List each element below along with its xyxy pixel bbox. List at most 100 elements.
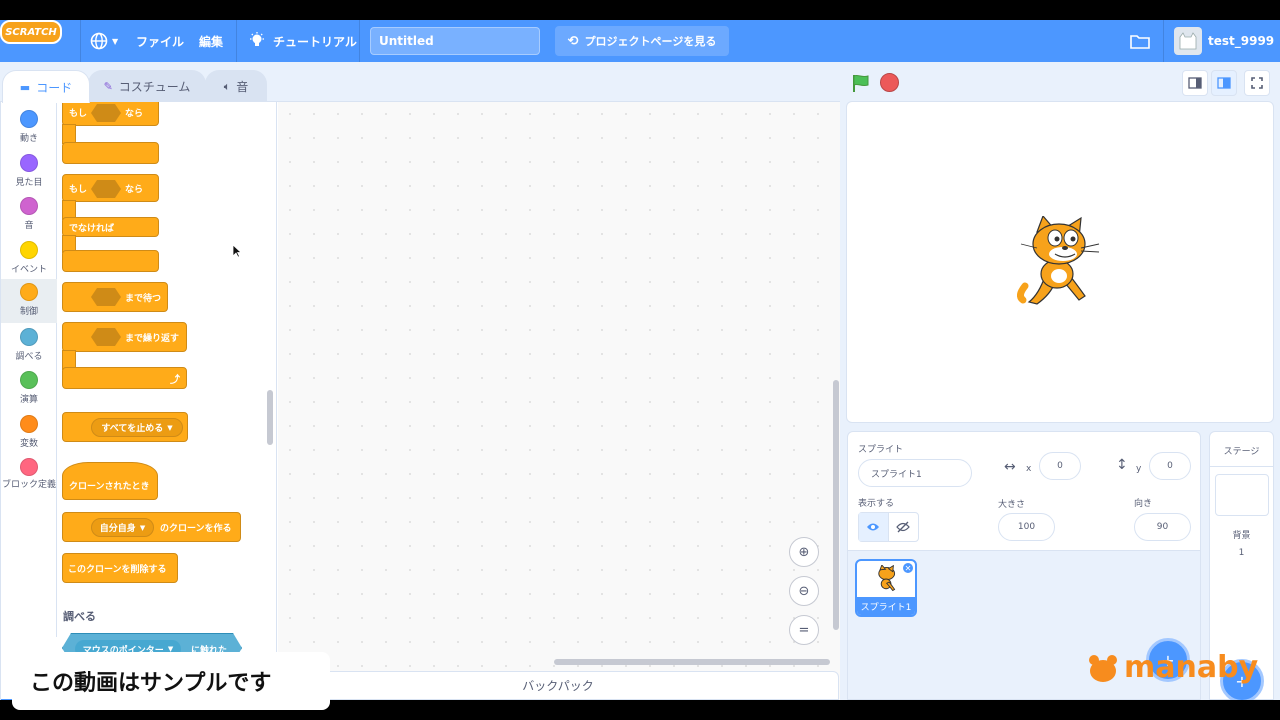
zoom-out-button[interactable]: ⊖ (789, 576, 819, 606)
category-sensing[interactable]: 調べる (1, 326, 57, 368)
stop-block[interactable]: すべてを止める ▼ (62, 412, 188, 442)
see-project-page-button[interactable]: ⟲ プロジェクトページを見る (555, 26, 729, 56)
chevron-down-icon: ▼ (112, 36, 119, 46)
fullscreen-button[interactable] (1244, 70, 1270, 96)
workspace-vertical-scrollbar[interactable] (833, 380, 839, 630)
remix-icon: ⟲ (567, 33, 579, 49)
block-text: なら (125, 184, 144, 195)
normal-stage-button[interactable] (1211, 70, 1237, 96)
stop-dropdown[interactable]: すべてを止める ▼ (91, 418, 183, 437)
y-label: y (1136, 464, 1142, 474)
if-else-block[interactable]: もし なら (62, 174, 159, 202)
when-clone-hat-block[interactable]: クローンされたとき (62, 462, 158, 500)
block-text: でなければ (69, 223, 115, 234)
tab-costumes-label: コスチューム (118, 80, 191, 94)
category-control[interactable]: 制御 (1, 279, 57, 323)
category-label: イベント (10, 265, 47, 275)
repeat-until-block[interactable]: まで繰り返す (62, 322, 187, 352)
category-label: 動き (19, 134, 38, 144)
my-stuff-button[interactable] (1130, 20, 1150, 62)
loop-arrow-icon: ⤴ (170, 374, 180, 386)
boolean-slot (91, 288, 121, 306)
category-events[interactable]: イベント (1, 239, 57, 281)
block-text: まで繰り返す (125, 333, 180, 344)
block-bottom (62, 250, 159, 272)
tab-costumes[interactable]: ✎ コスチューム (88, 70, 206, 102)
direction-input[interactable]: 90 (1134, 513, 1191, 541)
edit-menu[interactable]: 編集 (199, 20, 223, 62)
workspace-horizontal-scrollbar[interactable] (554, 659, 830, 665)
scratch-logo[interactable]: SCRATCH (0, 20, 62, 44)
delete-clone-block[interactable]: このクローンを削除する (62, 553, 178, 583)
category-looks[interactable]: 見た目 (1, 152, 57, 194)
clone-target-value: 自分自身 (99, 524, 136, 534)
category-label: 見た目 (15, 178, 43, 188)
clone-target-dropdown[interactable]: 自分自身 ▼ (91, 518, 154, 537)
code-icon: ▬ (19, 80, 31, 94)
project-title-input[interactable]: Untitled (370, 27, 540, 55)
category-my-blocks[interactable]: ブロック定義 (1, 456, 57, 506)
file-menu[interactable]: ファイル (136, 20, 184, 62)
y-arrows-icon: ↕ (1116, 457, 1128, 473)
size-input[interactable]: 100 (998, 513, 1055, 541)
backdrop-thumbnail[interactable] (1215, 474, 1269, 516)
watermark-text: manaby (1124, 650, 1259, 685)
if-then-block[interactable]: もし なら (62, 102, 159, 126)
y-position-input[interactable]: 0 (1149, 452, 1191, 480)
zoom-reset-button[interactable]: = (789, 615, 819, 645)
small-stage-button[interactable] (1182, 70, 1208, 96)
menu-bar: SCRATCH ▼ ファイル 編集 チュートリアル Untitled ⟲ プロジ… (0, 20, 1280, 62)
see-project-page-label: プロジェクトページを見る (584, 35, 717, 48)
small-stage-icon (1188, 77, 1202, 89)
tab-sounds[interactable]: 🔈︎ 音 (205, 70, 267, 102)
x-label: x (1026, 464, 1032, 474)
sample-caption: この動画はサンプルです (12, 652, 330, 710)
lightbulb-icon (250, 32, 264, 46)
category-label: ブロック定義 (1, 480, 56, 490)
create-clone-block[interactable]: 自分自身 ▼ のクローンを作る (62, 512, 241, 542)
normal-stage-icon (1217, 77, 1231, 89)
brush-icon: ✎ (103, 80, 113, 93)
sprite-name-bar: スプライト1 (857, 597, 915, 615)
stop-button[interactable] (880, 73, 899, 92)
folder-icon (1130, 35, 1150, 49)
sprite-label: スプライト (858, 445, 904, 455)
show-sprite-button[interactable] (859, 513, 889, 541)
account-menu[interactable]: test_9999 ▼ (1174, 20, 1280, 62)
green-flag-button[interactable] (850, 72, 872, 94)
category-motion[interactable]: 動き (1, 108, 57, 150)
chevron-down-icon: ▼ (167, 423, 173, 432)
fullscreen-icon (1251, 77, 1263, 89)
delete-sprite-button[interactable]: ✕ (902, 562, 914, 574)
category-dot (20, 197, 38, 215)
block-text: のクローンを作る (160, 523, 232, 534)
boolean-slot (91, 328, 121, 346)
zoom-in-button[interactable]: ⊕ (789, 537, 819, 567)
x-position-input[interactable]: 0 (1039, 452, 1081, 480)
palette-section-heading: 調べる (63, 610, 96, 623)
avatar (1174, 27, 1202, 55)
bear-logo-icon (1089, 654, 1117, 682)
tab-code[interactable]: ▬ コード (2, 70, 90, 103)
sprite-name-input[interactable]: スプライト1 (858, 459, 972, 487)
block-text: もし (69, 108, 88, 119)
block-text: もし (69, 184, 88, 195)
backpack[interactable]: バックパック (277, 671, 839, 700)
hide-sprite-button[interactable] (889, 513, 918, 541)
tab-sounds-label: 音 (236, 80, 249, 94)
category-label: 音 (24, 221, 34, 231)
eye-icon (867, 523, 880, 531)
category-dot (20, 154, 38, 172)
wait-until-block[interactable]: まで待つ (62, 282, 168, 312)
stage-title: ステージ (1223, 447, 1260, 457)
speaker-icon: 🔈︎ (223, 79, 231, 93)
stage-canvas[interactable] (846, 101, 1274, 423)
category-variables[interactable]: 変数 (1, 413, 57, 455)
cat-sprite[interactable] (1015, 216, 1105, 308)
palette-scrollbar[interactable] (267, 390, 273, 445)
language-menu[interactable]: ▼ (90, 20, 118, 62)
category-sound[interactable]: 音 (1, 195, 57, 237)
tutorials-button[interactable]: チュートリアル (249, 20, 357, 62)
category-operators[interactable]: 演算 (1, 369, 57, 411)
script-workspace[interactable]: ⊕ ⊖ = (232, 102, 840, 700)
